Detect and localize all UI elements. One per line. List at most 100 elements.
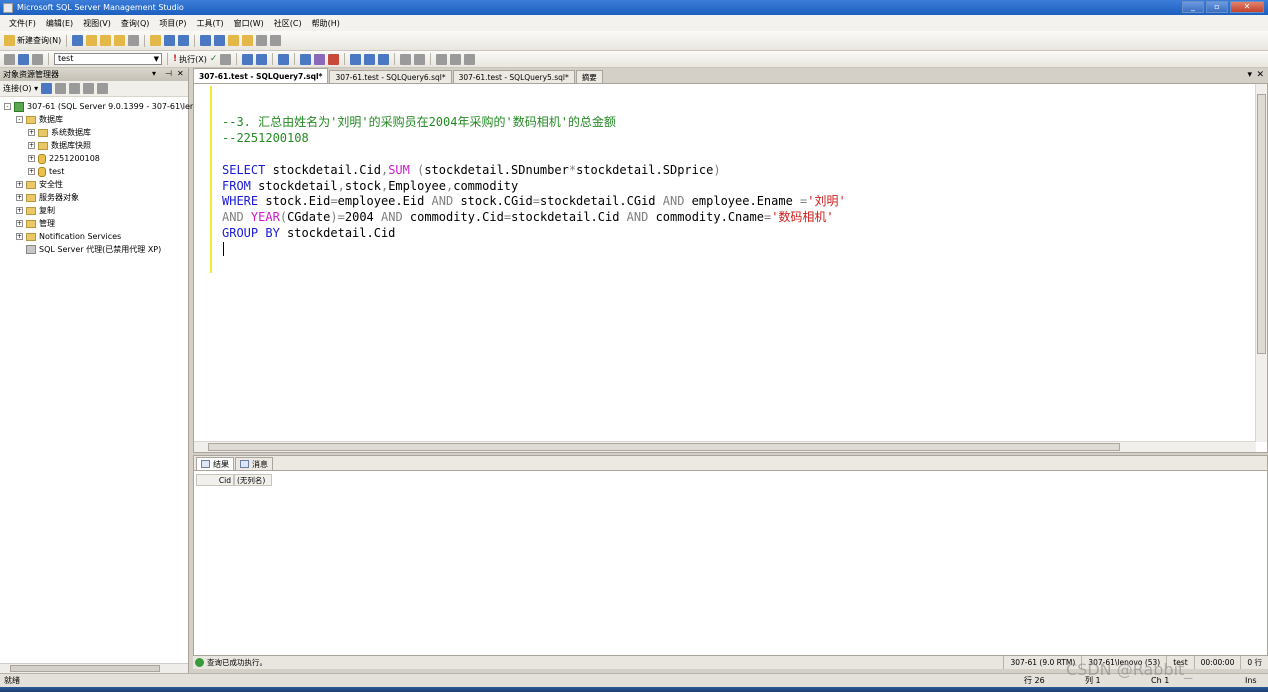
- execute-button[interactable]: ! 执行(X): [173, 54, 207, 65]
- cancel-query-icon[interactable]: [220, 53, 232, 65]
- scrollbar-thumb[interactable]: [10, 665, 160, 672]
- expand-icon[interactable]: +: [28, 168, 35, 175]
- expand-icon[interactable]: +: [16, 233, 23, 240]
- uncomment-icon[interactable]: [414, 53, 426, 65]
- decrease-indent-icon[interactable]: [436, 53, 448, 65]
- tree-node[interactable]: SQL Server 代理(已禁用代理 XP): [0, 243, 188, 256]
- connect-dropdown[interactable]: 连接(O) ▾: [3, 83, 38, 94]
- change-connection-icon[interactable]: [18, 53, 29, 65]
- tab-messages[interactable]: 消息: [235, 457, 273, 470]
- results-to-file-icon[interactable]: [378, 53, 390, 65]
- tab-document[interactable]: 307-61.test - SQLQuery7.sql*: [193, 68, 329, 83]
- editor-horizontal-scrollbar[interactable]: [194, 441, 1256, 452]
- close-icon[interactable]: ✕: [177, 69, 184, 78]
- expand-icon[interactable]: +: [16, 181, 23, 188]
- tab-list-icon[interactable]: ▾: [1247, 70, 1252, 80]
- menu-tools[interactable]: 工具(T): [191, 18, 228, 29]
- dropdown-icon[interactable]: ▾: [152, 69, 156, 78]
- tree-node[interactable]: + 系统数据库: [0, 126, 188, 139]
- analysis-query-icon[interactable]: [86, 35, 98, 46]
- disconnect-server-icon[interactable]: [55, 83, 67, 94]
- menu-file[interactable]: 文件(F): [4, 18, 41, 29]
- properties-icon[interactable]: [256, 35, 268, 46]
- tree-node[interactable]: + 安全性: [0, 178, 188, 191]
- tree-node[interactable]: + 复制: [0, 204, 188, 217]
- mdx-query-icon[interactable]: [100, 35, 112, 46]
- disconnect-icon[interactable]: [32, 53, 43, 65]
- object-explorer-icon[interactable]: [214, 35, 226, 46]
- scrollbar-thumb[interactable]: [208, 443, 1120, 451]
- tree-node[interactable]: + test: [0, 165, 188, 178]
- toolbar-overflow-icon[interactable]: [464, 53, 476, 65]
- filter-icon[interactable]: [97, 83, 109, 94]
- tree-node[interactable]: + 管理: [0, 217, 188, 230]
- minimize-button[interactable]: _: [1182, 1, 1204, 13]
- specify-values-icon[interactable]: [278, 53, 290, 65]
- tree-node[interactable]: - 数据库: [0, 113, 188, 126]
- tab-document[interactable]: 307-61.test - SQLQuery6.sql*: [329, 70, 452, 83]
- stop-icon[interactable]: [69, 83, 81, 94]
- template-explorer-icon[interactable]: [228, 35, 240, 46]
- solution-explorer-icon[interactable]: [242, 35, 254, 46]
- results-to-text-mode-icon[interactable]: [350, 53, 362, 65]
- include-plan-icon[interactable]: [300, 53, 312, 65]
- column-header-unnamed[interactable]: (无列名): [234, 474, 272, 486]
- collapse-icon[interactable]: -: [4, 103, 11, 110]
- query-designer-icon[interactable]: [256, 53, 268, 65]
- results-to-grid-icon[interactable]: [364, 53, 376, 65]
- editor-margin: [194, 84, 211, 442]
- editor-vertical-scrollbar[interactable]: [1255, 84, 1267, 442]
- menu-project[interactable]: 项目(P): [154, 18, 191, 29]
- results-to-text-icon[interactable]: [328, 53, 340, 65]
- menu-edit[interactable]: 编辑(E): [41, 18, 78, 29]
- expand-icon[interactable]: +: [28, 129, 35, 136]
- expand-icon[interactable]: +: [16, 220, 23, 227]
- display-plan-icon[interactable]: [242, 53, 254, 65]
- tree-node[interactable]: +2251200108: [0, 152, 188, 165]
- column-header-cid[interactable]: Cid: [196, 474, 234, 486]
- parse-check-icon[interactable]: ✓: [210, 54, 218, 64]
- expand-icon[interactable]: +: [28, 155, 35, 162]
- connect-server-icon[interactable]: [41, 83, 53, 94]
- connect-icon[interactable]: [4, 53, 15, 65]
- save-icon[interactable]: [164, 35, 176, 46]
- results-grid[interactable]: Cid (无列名): [196, 474, 272, 486]
- save-all-icon[interactable]: [178, 35, 190, 46]
- comment-icon[interactable]: [400, 53, 412, 65]
- object-explorer-scrollbar[interactable]: [0, 663, 188, 673]
- maximize-button[interactable]: ▫: [1206, 1, 1228, 13]
- menu-view[interactable]: 视图(V): [78, 18, 116, 29]
- collapse-icon[interactable]: -: [16, 116, 23, 123]
- increase-indent-icon[interactable]: [450, 53, 462, 65]
- scrollbar-thumb[interactable]: [1257, 94, 1266, 354]
- refresh-icon[interactable]: [83, 83, 95, 94]
- menu-window[interactable]: 窗口(W): [229, 18, 269, 29]
- client-statistics-icon[interactable]: [314, 53, 326, 65]
- database-selector[interactable]: test ▼: [54, 53, 162, 65]
- tree-node[interactable]: + 服务器对象: [0, 191, 188, 204]
- pin-icon[interactable]: ⊣: [165, 69, 172, 78]
- open-file-icon[interactable]: [150, 35, 162, 46]
- menu-query[interactable]: 查询(Q): [116, 18, 155, 29]
- toolbar-overflow-icon[interactable]: [270, 35, 282, 46]
- tree-node[interactable]: + 数据库快照: [0, 139, 188, 152]
- tab-document[interactable]: 摘要: [575, 70, 603, 83]
- close-button[interactable]: ✕: [1230, 1, 1264, 13]
- tab-document[interactable]: 307-61.test - SQLQuery5.sql*: [452, 70, 575, 83]
- expand-icon[interactable]: +: [28, 142, 35, 149]
- tree-node[interactable]: - 307-61 (SQL Server 9.0.1399 - 307-61\le…: [0, 100, 195, 113]
- menu-help[interactable]: 帮助(H): [307, 18, 345, 29]
- new-query-button[interactable]: 新建查询(N): [4, 35, 61, 46]
- sql-code[interactable]: --3. 汇总由姓名为'刘明'的采购员在2004年采购的'数码相机'的总金额 --…: [222, 115, 846, 242]
- tree-node[interactable]: + Notification Services: [0, 230, 188, 243]
- dmx-query-icon[interactable]: [114, 35, 126, 46]
- query-editor[interactable]: --3. 汇总由姓名为'刘明'的采购员在2004年采购的'数码相机'的总金额 --…: [193, 83, 1268, 453]
- expand-icon[interactable]: +: [16, 194, 23, 201]
- registered-servers-icon[interactable]: [200, 35, 212, 46]
- menu-community[interactable]: 社区(C): [269, 18, 307, 29]
- close-tab-icon[interactable]: ✕: [1256, 70, 1264, 80]
- tab-results[interactable]: 结果: [196, 457, 234, 470]
- database-engine-query-icon[interactable]: [72, 35, 84, 46]
- expand-icon[interactable]: +: [16, 207, 23, 214]
- xmla-query-icon[interactable]: [128, 35, 140, 46]
